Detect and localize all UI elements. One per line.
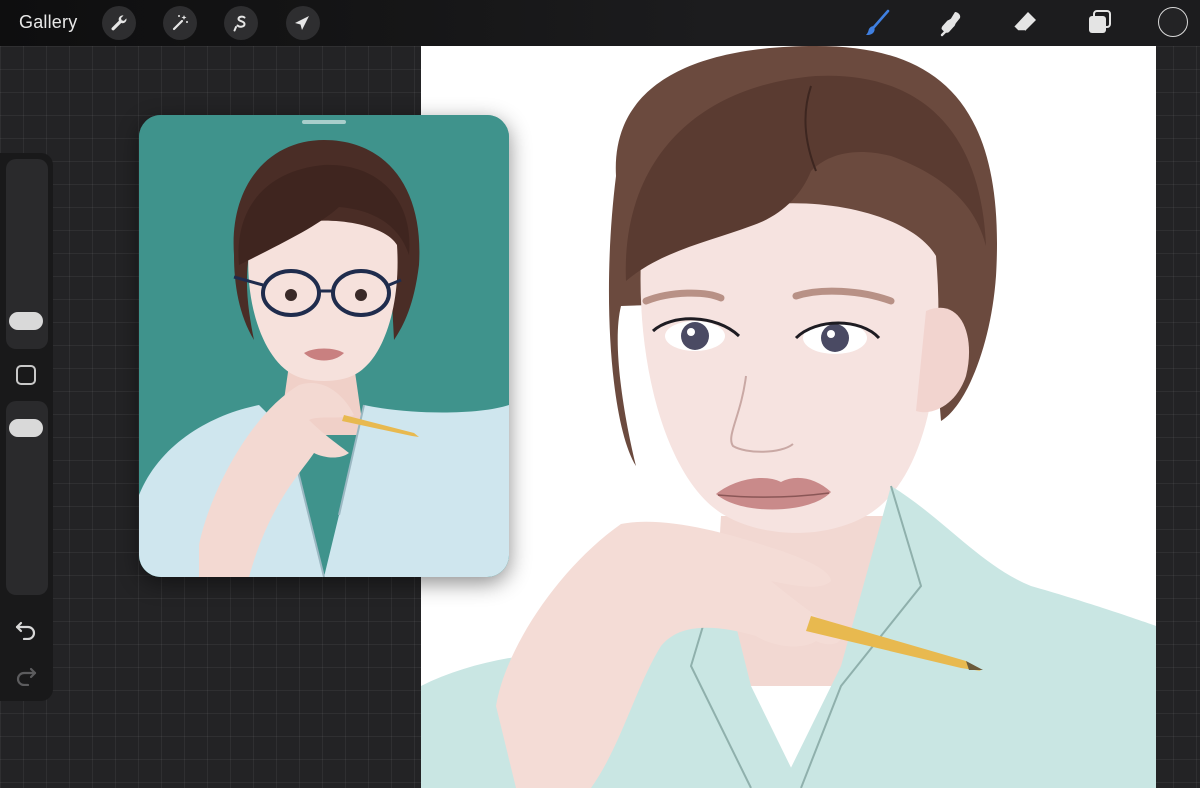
selection-button[interactable] (224, 6, 258, 40)
layers-tool[interactable] (1083, 6, 1117, 40)
adjustments-button[interactable] (163, 6, 197, 40)
drag-handle[interactable] (302, 120, 346, 124)
reference-window[interactable] (139, 115, 509, 577)
wrench-icon (109, 13, 129, 33)
opacity-thumb[interactable] (9, 419, 43, 437)
magic-wand-icon (170, 13, 190, 33)
brush-tool[interactable] (860, 6, 894, 40)
actions-button[interactable] (102, 6, 136, 40)
smudge-icon (936, 8, 966, 38)
eraser-icon (1010, 8, 1040, 38)
reference-photo (139, 115, 509, 577)
modify-button[interactable] (16, 365, 36, 385)
undo-button[interactable] (13, 617, 39, 641)
eraser-tool[interactable] (1008, 6, 1042, 40)
layers-icon (1085, 8, 1115, 38)
gallery-button[interactable]: Gallery (19, 12, 77, 33)
selection-icon (231, 13, 251, 33)
transform-button[interactable] (286, 6, 320, 40)
drawing-canvas[interactable] (421, 46, 1156, 788)
brush-size-thumb[interactable] (9, 312, 43, 330)
brush-icon (862, 8, 892, 38)
portrait-illustration (421, 46, 1156, 788)
redo-icon (14, 664, 38, 686)
smudge-tool[interactable] (934, 6, 968, 40)
left-sidebar (0, 153, 53, 701)
undo-icon (14, 618, 38, 640)
arrow-cursor-icon (293, 13, 313, 33)
redo-button[interactable] (13, 663, 39, 687)
top-toolbar: Gallery (0, 0, 1200, 46)
color-picker-button[interactable] (1158, 7, 1188, 37)
